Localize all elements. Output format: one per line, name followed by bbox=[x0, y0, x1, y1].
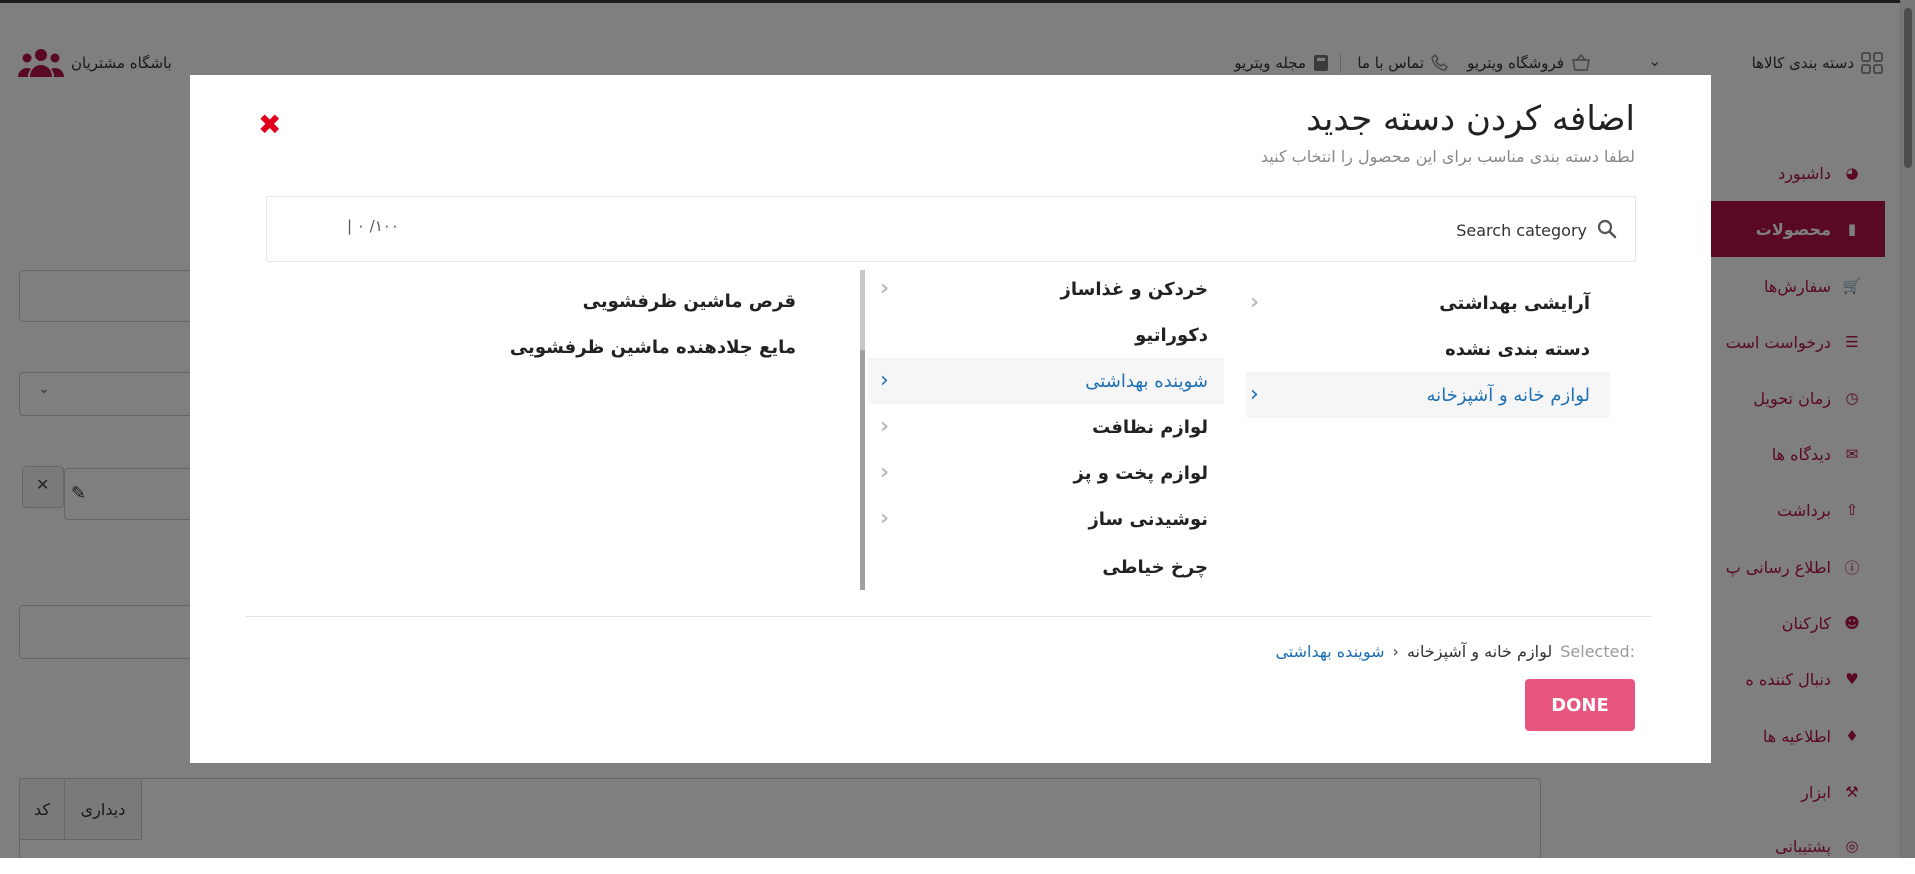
category-item-label: چرخ خیاطی bbox=[1102, 556, 1208, 578]
search-icon bbox=[1597, 219, 1617, 239]
close-icon[interactable]: ✖ bbox=[258, 111, 281, 139]
category-item-selected[interactable]: شوینده بهداشتی ‹ bbox=[868, 358, 1224, 404]
category-item-label: لوازم پخت و پز bbox=[1073, 462, 1209, 484]
category-item[interactable]: دکوراتیو bbox=[868, 312, 1224, 358]
chevron-left-icon: ‹ bbox=[880, 460, 890, 485]
search-char-counter: | ۰ /۱۰۰ bbox=[347, 217, 399, 235]
modal-title: اضافه کردن دسته جدید bbox=[1306, 99, 1635, 139]
category-item[interactable]: قرص ماشین ظرفشویی bbox=[412, 278, 812, 324]
category-item[interactable]: آرایشی بهداشتی ‹ bbox=[1246, 280, 1610, 326]
category-search-bar: | ۰ /۱۰۰ bbox=[266, 196, 1636, 262]
selected-crumb: لوازم خانه و آشپزخانه bbox=[1406, 641, 1553, 661]
chevron-left-icon: ‹ bbox=[880, 276, 890, 301]
category-item-label: خردکن و غذاساز bbox=[1060, 278, 1208, 300]
selected-crumb-current: شوینده بهداشتی bbox=[1275, 641, 1385, 661]
category-item[interactable]: لوازم نظافت ‹ bbox=[868, 404, 1224, 450]
modal-subtitle: لطفا دسته بندی مناسب برای این محصول را ا… bbox=[1260, 147, 1635, 166]
category-columns: آرایشی بهداشتی ‹ دسته بندی نشده لوازم خا… bbox=[266, 270, 1634, 600]
category-item-selected[interactable]: لوازم خانه و آشپزخانه ‹ bbox=[1246, 372, 1610, 418]
chevron-left-icon: ‹ bbox=[1250, 382, 1259, 407]
category-item-label: لوازم خانه و آشپزخانه bbox=[1426, 384, 1590, 406]
category-item-label: شوینده بهداشتی bbox=[1085, 370, 1208, 392]
category-item-label: دکوراتیو bbox=[1135, 324, 1208, 346]
category-item-label: قرص ماشین ظرفشویی bbox=[582, 290, 796, 312]
category-item[interactable]: چرخ خیاطی bbox=[868, 544, 1224, 590]
category-column-2: خردکن و غذاساز ‹ دکوراتیو شوینده بهداشتی… bbox=[860, 270, 1224, 600]
category-item-label: دسته بندی نشده bbox=[1445, 338, 1590, 360]
column-scrollbar-thumb[interactable] bbox=[860, 350, 865, 590]
category-column-3: قرص ماشین ظرفشویی مایع جلادهنده ماشین ظر… bbox=[412, 270, 812, 600]
category-item[interactable]: نوشیدنی ساز ‹ bbox=[868, 496, 1224, 542]
category-item-label: لوازم نظافت bbox=[1092, 416, 1208, 438]
done-button[interactable]: DONE bbox=[1525, 679, 1635, 731]
chevron-left-icon: ‹ bbox=[880, 506, 890, 531]
modal-divider bbox=[246, 616, 1651, 617]
add-category-modal: اضافه کردن دسته جدید لطفا دسته بندی مناس… bbox=[190, 75, 1711, 763]
category-item-label: نوشیدنی ساز bbox=[1088, 508, 1208, 530]
category-search-input[interactable] bbox=[885, 211, 1589, 249]
chevron-left-icon: ‹ bbox=[880, 368, 889, 393]
chevron-left-icon: ‹ bbox=[1392, 641, 1399, 661]
chevron-left-icon: ‹ bbox=[1250, 290, 1260, 315]
selected-path: Selected: لوازم خانه و آشپزخانه ‹ شوینده… bbox=[1275, 639, 1635, 663]
selected-label: Selected: bbox=[1560, 641, 1635, 661]
category-item-label: آرایشی بهداشتی bbox=[1439, 292, 1590, 314]
category-item[interactable]: خردکن و غذاساز ‹ bbox=[868, 266, 1224, 312]
category-item-label: مایع جلادهنده ماشین ظرفشویی bbox=[509, 336, 796, 358]
category-item[interactable]: مایع جلادهنده ماشین ظرفشویی bbox=[412, 324, 812, 370]
column-scrollbar[interactable] bbox=[860, 270, 865, 590]
category-item[interactable]: دسته بندی نشده bbox=[1246, 326, 1610, 372]
category-column-1: آرایشی بهداشتی ‹ دسته بندی نشده لوازم خا… bbox=[1234, 270, 1634, 600]
category-item[interactable]: لوازم پخت و پز ‹ bbox=[868, 450, 1224, 496]
chevron-left-icon: ‹ bbox=[880, 414, 890, 439]
